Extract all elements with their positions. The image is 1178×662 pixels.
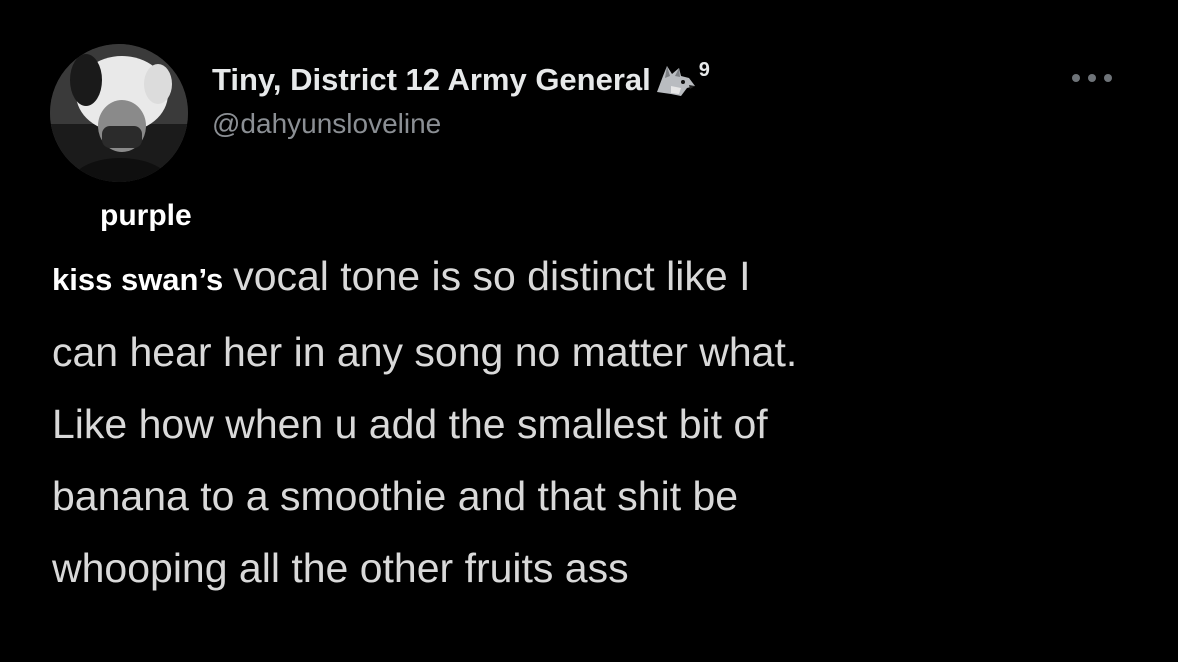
display-name[interactable]: Tiny, District 12 Army General [212, 62, 651, 98]
overlay-text-purple: purple [100, 199, 192, 232]
more-options-icon[interactable] [1072, 72, 1112, 84]
tweet-body: kiss swan’s vocal tone is so distinct lik… [52, 240, 1112, 604]
tweet-body-line: kiss swan’s vocal tone is so distinct lik… [52, 240, 1112, 316]
avatar[interactable] [50, 44, 188, 182]
overlay-text-kiss-swan: kiss swan’s [52, 262, 224, 297]
badge-count: 9 [698, 58, 710, 81]
tweet-body-line: whooping all the other fruits ass [52, 545, 629, 591]
tweet-body-line: banana to a smoothie and that shit be [52, 473, 739, 519]
tweet-card: Tiny, District 12 Army General 9 @dahyun… [0, 0, 1178, 662]
tweet-body-line: can hear her in any song no matter what. [52, 329, 798, 375]
wolf-icon [653, 62, 697, 98]
dot-icon [1104, 74, 1112, 82]
tweet-body-line-text: vocal tone is so distinct like I [233, 253, 751, 299]
tweet-body-line: Like how when u add the smallest bit of [52, 401, 768, 447]
dot-icon [1072, 74, 1080, 82]
user-handle[interactable]: @dahyunsloveline [212, 108, 441, 140]
name-row: Tiny, District 12 Army General 9 [212, 58, 710, 100]
avatar-image [50, 44, 188, 182]
dot-icon [1088, 74, 1096, 82]
